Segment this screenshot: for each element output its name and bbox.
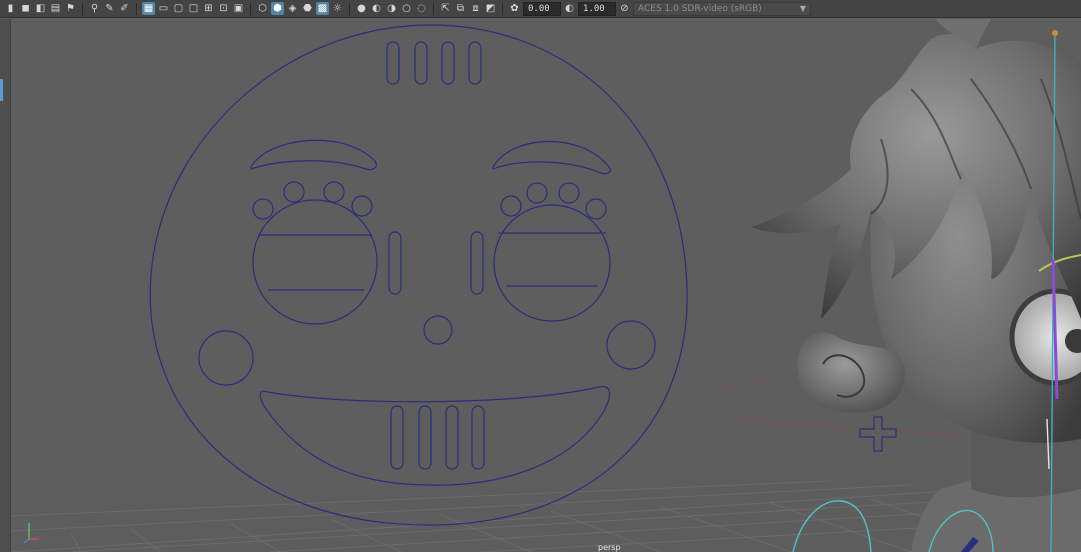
image-plane-icon[interactable]: ▤ — [49, 2, 62, 15]
pencil-icon[interactable]: ✐ — [118, 2, 131, 15]
left-tool-strip — [0, 19, 11, 552]
view-transform-label: ACES 1.0 SDR-video (sRGB) — [638, 3, 762, 14]
bookmark-icon[interactable]: ◧ — [34, 2, 47, 15]
xray-active-icon[interactable]: ⧈ — [469, 2, 482, 15]
2d-pan-zoom-icon[interactable]: ⚲ — [88, 2, 101, 15]
lights-icon[interactable]: ☼ — [331, 2, 344, 15]
screen-space-ao-icon[interactable]: ◐ — [370, 2, 383, 15]
strip-active-marker — [0, 79, 3, 101]
exposure-field[interactable]: 0.00 — [523, 1, 561, 16]
grid-toggle-icon[interactable]: ▦ — [142, 2, 155, 15]
wireframe-icon[interactable]: ⬡ — [256, 2, 269, 15]
anti-aliasing-icon[interactable]: ○ — [400, 2, 413, 15]
depth-of-field-icon[interactable]: ◌ — [415, 2, 428, 15]
default-material-icon[interactable]: ◈ — [286, 2, 299, 15]
motion-blur-icon[interactable]: ◑ — [385, 2, 398, 15]
gamma-icon[interactable]: ◐ — [563, 2, 576, 15]
toolbar-divider — [82, 2, 83, 15]
toolbar-divider — [250, 2, 251, 15]
maya-window: ▮ ◼ ◧ ▤ ⚑ ⚲ ✎ ✐ ▦ ▭ ▢ □ ⊞ ⊡ ▣ ⬡ ⬢ ◈ ⬣ ▩ … — [0, 0, 1081, 552]
isolate-select-icon[interactable]: ⇱ — [439, 2, 452, 15]
xray-joints-icon[interactable]: ⧉ — [454, 2, 467, 15]
shadows-icon[interactable]: ● — [355, 2, 368, 15]
chevron-down-icon: ▼ — [799, 4, 806, 13]
toolbar-divider — [433, 2, 434, 15]
resolution-gate-icon[interactable]: ▢ — [172, 2, 185, 15]
safe-title-icon[interactable]: ▣ — [232, 2, 245, 15]
camera-attributes-icon[interactable]: ◼ — [19, 2, 32, 15]
exposure-icon[interactable]: ✿ — [508, 2, 521, 15]
view-transform-dropdown[interactable]: ACES 1.0 SDR-video (sRGB) ▼ — [633, 1, 811, 16]
safe-action-icon[interactable]: ⊡ — [217, 2, 230, 15]
3d-viewport[interactable]: persp — [11, 19, 1081, 552]
flag-icon[interactable]: ⚑ — [64, 2, 77, 15]
backface-icon[interactable]: ◩ — [484, 2, 497, 15]
wireframe-on-shaded-icon[interactable]: ⬣ — [301, 2, 314, 15]
gamma-field[interactable]: 1.00 — [578, 1, 616, 16]
field-chart-icon[interactable]: ⊞ — [202, 2, 215, 15]
select-camera-icon[interactable]: ▮ — [4, 2, 17, 15]
camera-name-label: persp — [598, 543, 621, 552]
gate-mask-icon[interactable]: □ — [187, 2, 200, 15]
viewport-panel-toolbar: ▮ ◼ ◧ ▤ ⚑ ⚲ ✎ ✐ ▦ ▭ ▢ □ ⊞ ⊡ ▣ ⬡ ⬢ ◈ ⬣ ▩ … — [0, 0, 1081, 18]
smooth-shade-icon[interactable]: ⬢ — [271, 2, 284, 15]
color-management-icon[interactable]: ⊘ — [618, 2, 631, 15]
film-gate-icon[interactable]: ▭ — [157, 2, 170, 15]
grease-pencil-icon[interactable]: ✎ — [103, 2, 116, 15]
toolbar-divider — [502, 2, 503, 15]
xray-icon[interactable]: ▩ — [316, 2, 329, 15]
toolbar-divider — [136, 2, 137, 15]
toolbar-divider — [349, 2, 350, 15]
